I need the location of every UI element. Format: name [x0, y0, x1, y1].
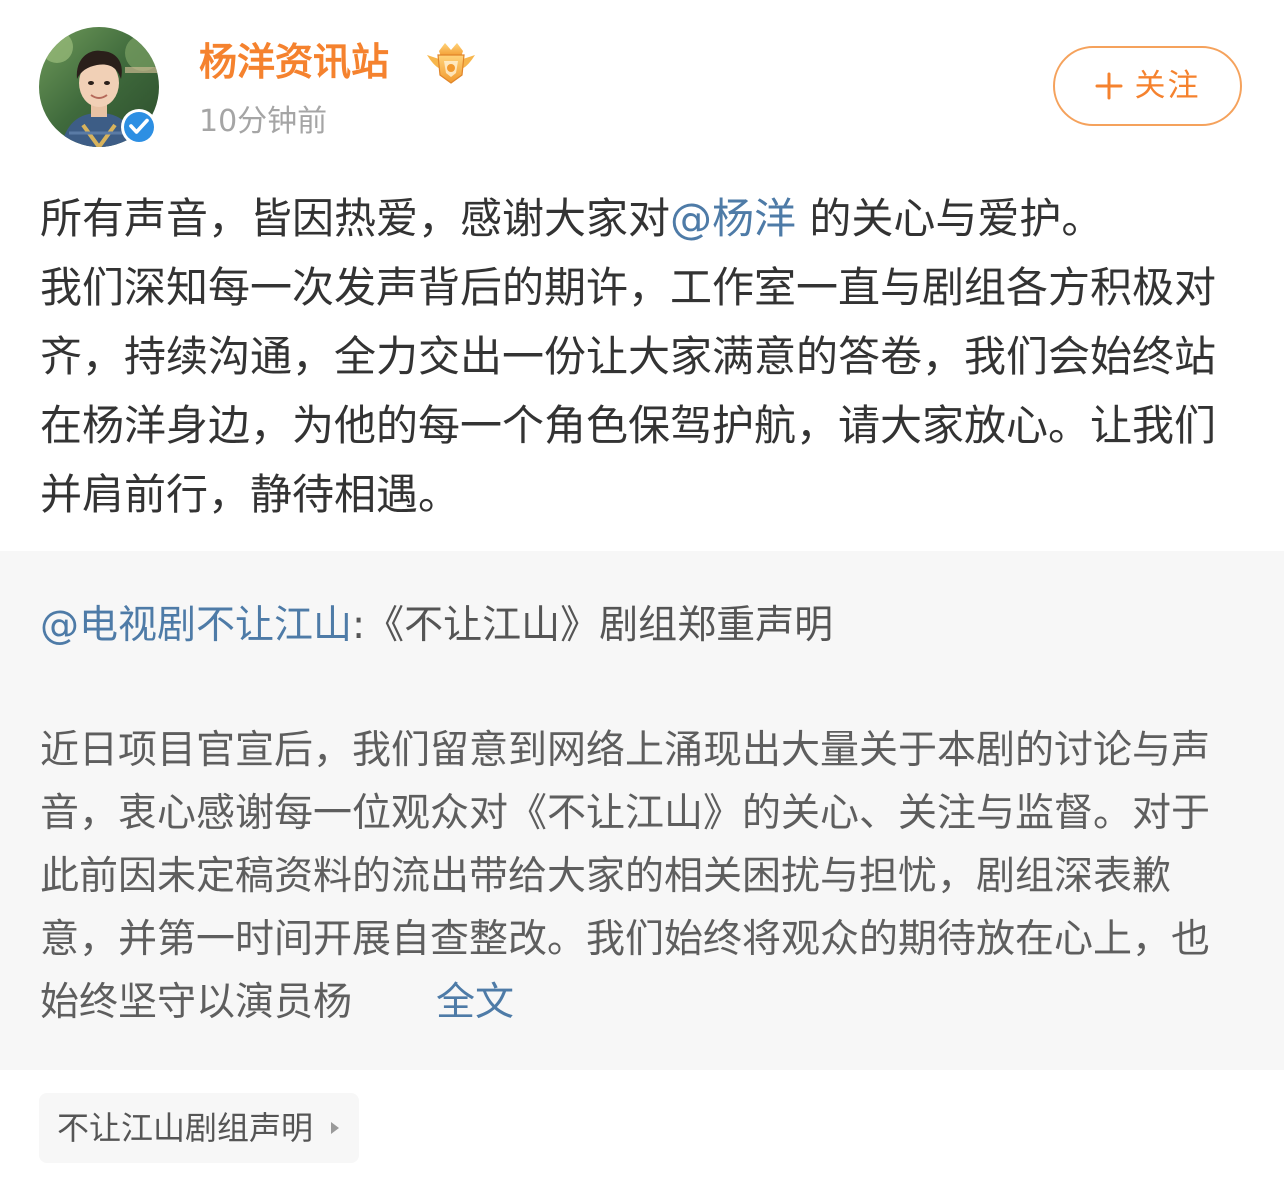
quoted-post-body: 近日项目官宣后，我们留意到网络上涌现出大量关于本剧的讨论与声音，衷心感谢每一位观…: [40, 719, 1230, 1034]
topic-tag[interactable]: 不让江山剧组声明: [39, 1093, 360, 1163]
quoted-post-header: @电视剧不让江山:《不让江山》剧组郑重声明: [40, 599, 833, 653]
plus-icon: [1095, 72, 1122, 100]
topic-label: 不让江山剧组声明: [57, 1109, 314, 1147]
quoted-author-link[interactable]: @电视剧不让江山: [40, 603, 352, 648]
chevron-right-icon: [331, 1122, 340, 1134]
quoted-post-text: 近日项目官宣后，我们留意到网络上涌现出大量关于本剧的讨论与声音，衷心感谢每一位观…: [40, 728, 1211, 1025]
post-text-intro: 所有声音，皆因热爱，感谢大家对: [40, 194, 671, 243]
follow-button[interactable]: 关注: [1053, 46, 1242, 126]
post-text: 所有声音，皆因热爱，感谢大家对@杨洋 的关心与爱护。我们深知每一次发声背后的期许…: [40, 184, 1250, 529]
author-name[interactable]: 杨洋资讯站: [199, 38, 389, 86]
text-fade: [346, 981, 425, 1021]
full-text-link[interactable]: 全文: [436, 980, 514, 1025]
verified-badge-icon: [120, 108, 158, 146]
crown-badge-icon[interactable]: [423, 37, 479, 87]
mention-link[interactable]: @杨洋: [670, 194, 796, 243]
post-text-intro-end: 的关心与爱护。: [796, 194, 1104, 243]
post-text-rest: 我们深知每一次发声背后的期许，工作室一直与剧组各方积极对齐，持续沟通，全力交出一…: [40, 263, 1217, 519]
quoted-title: 《不让江山》剧组郑重声明: [365, 603, 834, 648]
author-avatar[interactable]: [39, 27, 159, 147]
quoted-colon: :: [352, 603, 366, 648]
follow-label: 关注: [1134, 68, 1201, 104]
post-time: 10分钟前: [199, 104, 328, 139]
quoted-post[interactable]: @电视剧不让江山:《不让江山》剧组郑重声明 近日项目官宣后，我们留意到网络上涌现…: [0, 551, 1284, 1070]
